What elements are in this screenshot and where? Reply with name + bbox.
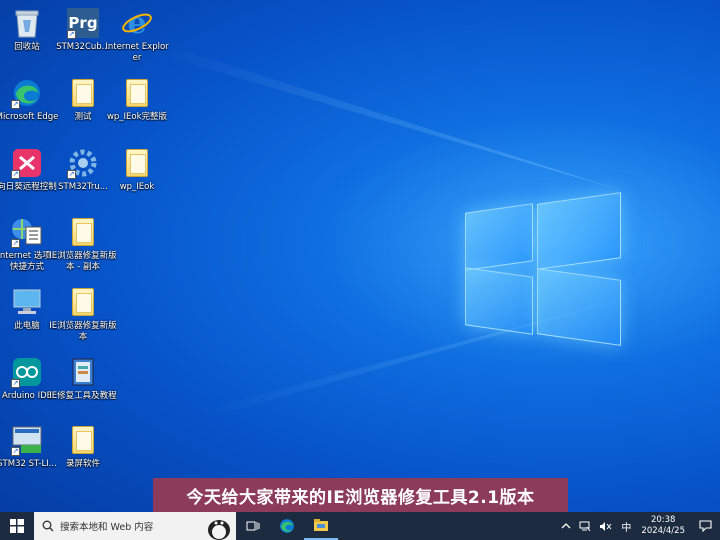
icon-label: wp_IEok <box>119 182 155 192</box>
sunlogin-icon: ↗ <box>10 146 44 180</box>
icon-label: IE修复工具及教程 <box>49 391 117 401</box>
network-icon <box>579 521 591 531</box>
icon-label: wp_IEok完整版 <box>106 112 168 122</box>
arduino-icon: ↗ <box>10 355 44 389</box>
desktop-icon-ie-repair-new[interactable]: IE浏览器修复新版本 <box>49 285 117 343</box>
edge-icon: ↗ <box>10 76 44 110</box>
search-icon <box>42 520 54 532</box>
volume-muted-icon <box>600 521 612 531</box>
ime-indicator[interactable]: 中 <box>617 512 635 540</box>
folder-icon <box>66 76 100 110</box>
gear-icon: ↗ <box>66 146 100 180</box>
icon-label: IE浏览器修复新版本 <box>49 321 117 342</box>
taskbar-edge-button[interactable] <box>270 512 304 540</box>
svg-text:e: e <box>127 8 146 38</box>
volume-button[interactable] <box>595 512 617 540</box>
task-view-button[interactable] <box>236 512 270 540</box>
notification-button[interactable] <box>691 512 720 540</box>
icon-label: Internet Explorer <box>105 42 169 63</box>
edge-icon <box>280 519 294 533</box>
folder-icon <box>120 76 154 110</box>
search-placeholder: 搜索本地和 Web 内容 <box>60 522 154 533</box>
windows-start-icon <box>10 519 24 533</box>
notification-icon <box>699 520 712 532</box>
icon-label: 录屏软件 <box>65 459 100 469</box>
clock-date: 2024/4/25 <box>641 526 685 536</box>
folder-icon <box>120 146 154 180</box>
system-tray: 中 20:38 2024/4/25 <box>557 512 720 540</box>
stlink-icon: ↗ <box>10 423 44 457</box>
internet-options-icon: ↗ <box>10 215 44 249</box>
desktop-icon-wp-ieok[interactable]: wp_IEok <box>103 146 171 193</box>
clock-time: 20:38 <box>650 515 676 525</box>
desktop-icon-internet-explorer[interactable]: e Internet Explorer <box>103 6 171 64</box>
folder-icon <box>66 423 100 457</box>
desktop-icon-ie-repair-copy[interactable]: IE浏览器修复新版本 - 副本 <box>49 215 117 273</box>
tray-overflow-button[interactable] <box>557 512 575 540</box>
recycle-bin-icon <box>10 6 44 40</box>
desktop-icon-ie-repair-tutorial[interactable]: IE修复工具及教程 <box>49 355 117 402</box>
network-button[interactable] <box>575 512 595 540</box>
archive-icon <box>66 355 100 389</box>
desktop-icon-wp-ieok-full[interactable]: wp_IEok完整版 <box>103 76 171 123</box>
desktop-icon-recorder[interactable]: 录屏软件 <box>49 423 117 470</box>
clock[interactable]: 20:38 2024/4/25 <box>635 515 691 537</box>
start-button[interactable] <box>0 512 34 540</box>
file-explorer-icon <box>314 519 328 531</box>
video-subtitle: 今天给大家带来的IE浏览器修复工具2.1版本 <box>153 478 568 512</box>
penguin-icon <box>208 520 230 540</box>
task-view-icon <box>246 521 260 531</box>
folder-icon <box>66 215 100 249</box>
taskbar-search-box[interactable]: 搜索本地和 Web 内容 <box>34 512 236 540</box>
stm32cube-icon: Prg ↗ <box>66 6 100 40</box>
internet-explorer-icon: e <box>120 6 154 40</box>
folder-icon <box>66 285 100 319</box>
taskbar-file-explorer-button[interactable] <box>304 512 338 540</box>
icon-label: IE浏览器修复新版本 - 副本 <box>49 251 117 272</box>
windows-logo <box>465 190 623 350</box>
taskbar: 搜索本地和 Web 内容 中 20:38 2024/4/25 <box>0 512 720 540</box>
chevron-up-icon <box>561 523 571 529</box>
computer-icon <box>10 285 44 319</box>
